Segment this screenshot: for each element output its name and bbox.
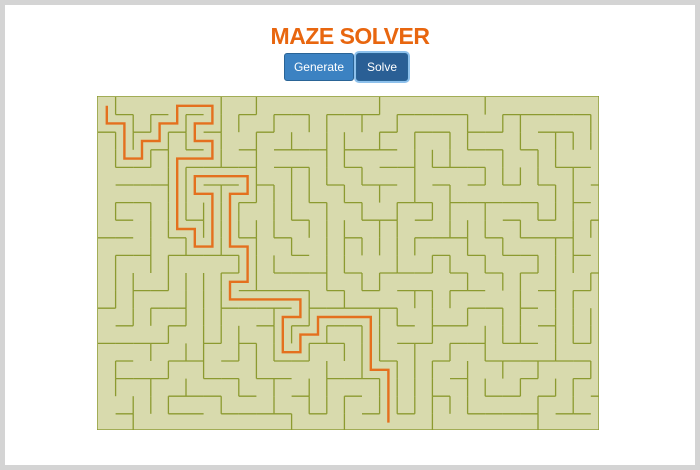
app-panel: MAZE SOLVER Generate Solve [5,5,695,465]
maze-background [97,96,599,430]
maze-board[interactable] [97,96,599,430]
solve-button[interactable]: Solve [356,53,408,81]
solve-button-label: Solve [366,60,398,74]
page-title: MAZE SOLVER [270,23,430,49]
generate-button[interactable]: Generate [284,53,354,81]
generate-button-label: Generate [293,60,345,74]
